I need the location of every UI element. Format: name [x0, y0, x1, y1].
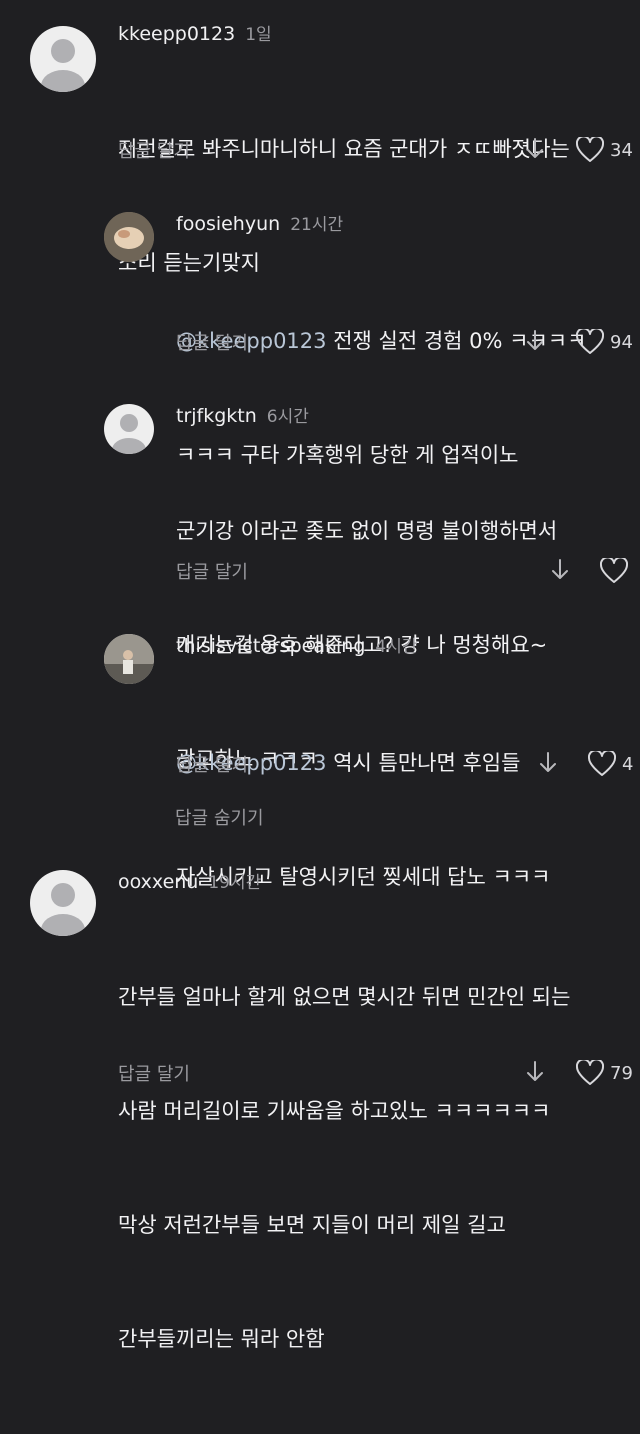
comment-actions: 답글 달기 [0, 556, 640, 586]
comment-meta: ooxxenu 19시간 [118, 868, 261, 893]
username[interactable]: foosiehyun [176, 213, 280, 235]
comment-text: 간부들 얼마나 할게 없으면 몇시간 뒤면 민간인 되는 사람 머리길이로 기싸… [118, 902, 632, 1434]
avatar[interactable] [104, 634, 154, 684]
like-button[interactable]: 34 [576, 135, 633, 165]
timestamp: 1일 [245, 25, 272, 45]
reply-button[interactable]: 답글 달기 [176, 558, 248, 584]
hide-replies-button[interactable]: 답글 숨기기 [175, 804, 264, 830]
comment-meta: trjfkgktn 6시간 [176, 402, 309, 427]
reply-button[interactable]: 답글 달기 [176, 751, 248, 777]
dislike-arrow-icon[interactable] [524, 1058, 546, 1086]
like-count: 34 [610, 139, 633, 161]
comment-line: 간부들끼리는 뭐라 안함 [118, 1327, 325, 1351]
dislike-arrow-icon[interactable] [524, 327, 546, 355]
dislike-arrow-icon[interactable] [524, 135, 546, 163]
comment-line: 간부들 얼마나 할게 없으면 몇시간 뒤면 민간인 되는 [118, 985, 571, 1009]
username[interactable]: kkeepp0123 [118, 23, 235, 45]
comment-meta: thisisvictorspeaking 4시간 [176, 632, 418, 657]
timestamp: 6시간 [266, 407, 309, 427]
reply-button[interactable]: 답글 달기 [176, 329, 248, 355]
default-avatar-icon [41, 883, 85, 936]
like-button[interactable] [600, 556, 628, 586]
avatar[interactable] [104, 404, 154, 454]
dislike-arrow-icon[interactable] [537, 749, 559, 777]
comment-meta: kkeepp0123 1일 [118, 20, 272, 45]
timestamp: 19시간 [208, 873, 262, 893]
timestamp: 21시간 [290, 215, 344, 235]
dislike-arrow-icon[interactable] [549, 556, 571, 584]
heart-icon [576, 137, 604, 162]
comment-actions: 답글 달기 94 [0, 327, 640, 357]
like-count: 94 [610, 331, 633, 353]
heart-icon [588, 751, 616, 776]
default-avatar-icon [112, 414, 146, 454]
comment-actions: 답글 달기 34 [0, 135, 640, 165]
avatar[interactable] [104, 212, 154, 262]
avatar[interactable] [30, 26, 96, 92]
avatar[interactable] [30, 870, 96, 936]
photo-avatar [104, 212, 154, 262]
reply-button[interactable]: 답글 달기 [118, 1060, 190, 1086]
heart-icon [576, 1060, 604, 1085]
like-count: 79 [610, 1062, 633, 1084]
comment-line: 막상 저런간부들 보면 지들이 머리 제일 길고 [118, 1213, 506, 1237]
heart-icon [600, 558, 628, 583]
comment-meta: foosiehyun 21시간 [176, 210, 343, 235]
username[interactable]: trjfkgktn [176, 405, 257, 427]
comment-line: 군기강 이라곤 좆도 없이 명령 불이행하면서 [176, 519, 558, 543]
timestamp: 4시간 [375, 637, 418, 657]
comment-actions: 답글 달기 79 [0, 1058, 640, 1088]
heart-icon [576, 329, 604, 354]
like-button[interactable]: 94 [576, 327, 633, 357]
username[interactable]: ooxxenu [118, 871, 198, 893]
like-button[interactable]: 4 [588, 749, 633, 779]
comment-actions: 답글 달기 4 [0, 749, 640, 779]
reply-button[interactable]: 답글 달기 [118, 137, 190, 163]
comment-line: 사람 머리길이로 기싸움을 하고있노 ㅋㅋㅋㅋㅋㅋ [118, 1099, 551, 1123]
default-avatar-icon [41, 39, 85, 92]
like-count: 4 [622, 753, 634, 775]
username[interactable]: thisisvictorspeaking [176, 635, 365, 657]
like-button[interactable]: 79 [576, 1058, 633, 1088]
photo-avatar [104, 634, 154, 684]
